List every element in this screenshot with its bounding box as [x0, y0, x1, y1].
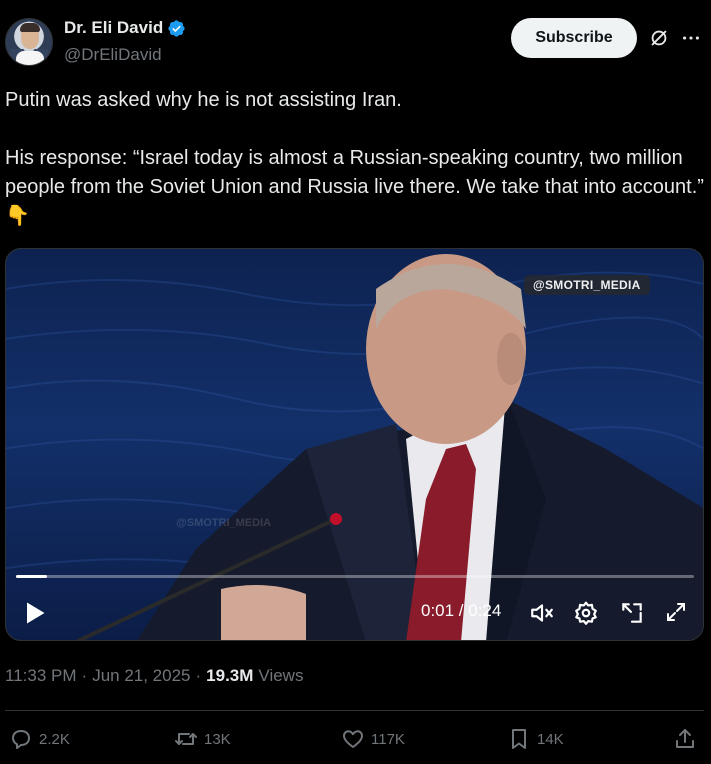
repost-button[interactable]: 13K — [174, 722, 231, 756]
pip-icon[interactable] — [619, 600, 645, 626]
reply-icon — [12, 730, 30, 749]
play-icon[interactable] — [20, 599, 48, 627]
views-label: Views — [258, 666, 304, 685]
more-icon[interactable] — [680, 27, 702, 49]
mute-icon[interactable] — [529, 600, 555, 626]
reply-button[interactable]: 2.2K — [9, 722, 70, 756]
tweet-meta: 11:33 PM · Jun 21, 2025 · 19.3M Views — [5, 666, 303, 686]
meta-separator: · — [195, 666, 202, 685]
subscribe-button[interactable]: Subscribe — [511, 18, 637, 58]
tweet-time[interactable]: 11:33 PM — [5, 666, 77, 686]
divider — [5, 710, 704, 711]
verified-badge-icon — [168, 19, 185, 37]
tweet-date[interactable]: Jun 21, 2025 — [92, 666, 190, 686]
repost-icon — [175, 733, 197, 745]
video-progress-fill — [16, 575, 47, 578]
fullscreen-icon[interactable] — [664, 600, 688, 624]
author-handle[interactable]: @DrEliDavid — [64, 45, 162, 65]
heart-icon — [343, 730, 363, 748]
share-icon — [676, 729, 694, 748]
bookmark-button[interactable]: 14K — [507, 722, 564, 756]
grok-icon[interactable] — [648, 27, 670, 49]
meta-separator: · — [81, 666, 88, 685]
settings-icon[interactable] — [573, 600, 599, 626]
tweet-header: Dr. Eli David @DrEliDavid Subscribe — [0, 0, 711, 80]
like-count: 117K — [371, 730, 405, 748]
reply-count: 2.2K — [39, 730, 70, 748]
bookmark-icon — [512, 729, 526, 749]
share-button[interactable] — [673, 722, 697, 756]
video-progress-bar[interactable] — [16, 575, 694, 578]
author-name-row[interactable]: Dr. Eli David — [64, 18, 186, 38]
video-watermark: @SMOTRI_MEDIA — [524, 275, 650, 295]
like-button[interactable]: 117K — [341, 722, 405, 756]
video-watermark-faint: @SMOTRI_MEDIA — [176, 517, 272, 529]
video-frame-speaker — [75, 254, 703, 640]
repost-count: 13K — [204, 730, 231, 748]
views-count: 19.3M — [206, 666, 254, 685]
tweet-text: Putin was asked why he is not assisting … — [5, 89, 704, 227]
avatar[interactable] — [5, 18, 53, 66]
display-name[interactable]: Dr. Eli David — [64, 18, 163, 38]
video-player[interactable]: @SMOTRI_MEDIA @SMOTRI_MEDIA 0:01 / 0:24 — [5, 248, 704, 641]
action-bar: 2.2K 13K 117K 14K — [0, 722, 711, 756]
video-time: 0:01 / 0:24 — [421, 601, 502, 620]
bookmark-count: 14K — [537, 730, 564, 748]
